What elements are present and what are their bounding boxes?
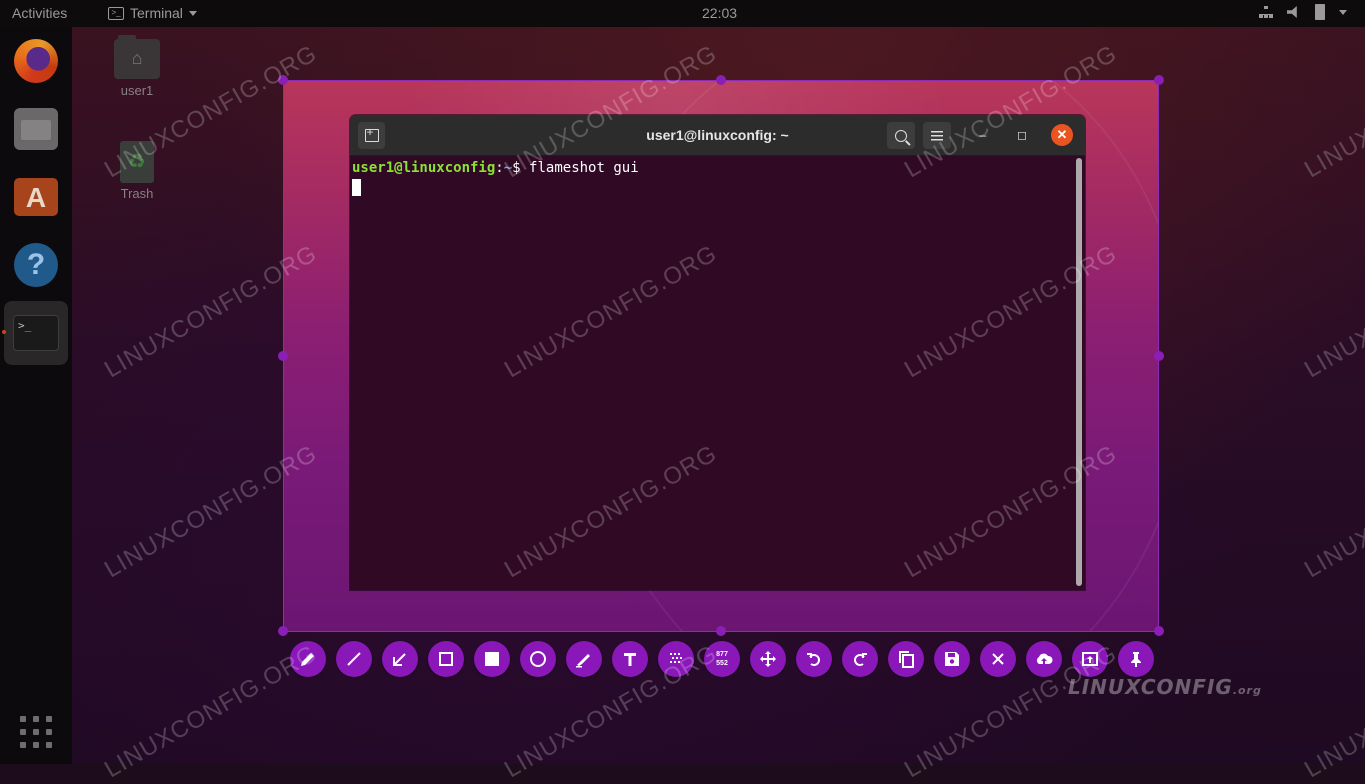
terminal-header-bar[interactable]: user1@linuxconfig: ~ – ◻ ✕	[350, 115, 1085, 156]
terminal-output[interactable]: user1@linuxconfig:~$ flameshot gui	[350, 156, 1085, 199]
prompt-path: ~	[503, 160, 513, 176]
close-button[interactable]: ✕	[1051, 124, 1073, 146]
text-tool-button[interactable]	[612, 641, 648, 677]
move-selection-button[interactable]	[750, 641, 786, 677]
filled-rectangle-icon	[485, 652, 499, 666]
firefox-icon	[14, 39, 58, 83]
pixelate-icon	[670, 653, 682, 663]
arrow-tool-button[interactable]	[382, 641, 418, 677]
line-tool-button[interactable]	[336, 641, 372, 677]
prompt-user: user1@linuxconfig	[352, 160, 496, 176]
pixelate-tool-button[interactable]	[658, 641, 694, 677]
save-button[interactable]	[934, 641, 970, 677]
activities-button[interactable]: Activities	[12, 5, 67, 21]
chevron-down-icon	[1339, 9, 1347, 15]
command-line: user1@linuxconfig:~$ flameshot gui	[352, 159, 1083, 177]
exit-icon	[992, 653, 1004, 665]
clock-label: 22:03	[702, 5, 738, 21]
prompt-symbol: $	[512, 160, 521, 176]
selection-width: 877	[716, 651, 728, 658]
open-app-icon	[1082, 652, 1098, 666]
resize-handle-bottom-right[interactable]	[1154, 626, 1164, 636]
marker-icon	[576, 654, 590, 668]
dock-item-help[interactable]: ?	[9, 238, 63, 292]
prompt-separator: :	[495, 160, 504, 176]
filled-rectangle-tool-button[interactable]	[474, 641, 510, 677]
trash-icon: ♻	[120, 141, 154, 183]
redo-button[interactable]	[842, 641, 878, 677]
resize-handle-bottom-left[interactable]	[278, 626, 288, 636]
maximize-button[interactable]: ◻	[1011, 124, 1033, 146]
logo-main-text: LINUXCONFIG	[1068, 675, 1233, 699]
dock-item-files[interactable]	[9, 102, 63, 156]
terminal-icon: >_	[108, 6, 124, 20]
text-icon	[624, 653, 636, 666]
scrollbar[interactable]	[1076, 158, 1082, 586]
network-icon	[1259, 6, 1273, 18]
redo-icon	[854, 653, 867, 666]
system-menu[interactable]	[1259, 4, 1347, 20]
upload-button[interactable]	[1026, 641, 1062, 677]
dock-item-firefox[interactable]	[9, 34, 63, 88]
line-icon	[347, 652, 361, 666]
pin-icon	[1131, 652, 1141, 667]
arrow-icon	[393, 653, 406, 666]
app-menu-label: Terminal	[130, 5, 183, 21]
terminal-window[interactable]: user1@linuxconfig: ~ – ◻ ✕ user1@linuxco…	[350, 115, 1085, 590]
upload-icon	[1036, 653, 1053, 664]
battery-icon	[1315, 4, 1325, 20]
move-icon	[760, 651, 776, 667]
terminal-icon: >_	[13, 315, 59, 351]
exit-button[interactable]	[980, 641, 1016, 677]
show-applications-button[interactable]	[20, 716, 52, 748]
resize-handle-bottom[interactable]	[716, 626, 726, 636]
copy-button[interactable]	[888, 641, 924, 677]
minimize-button[interactable]: –	[972, 124, 994, 146]
rectangle-tool-button[interactable]	[428, 641, 464, 677]
app-menu[interactable]: >_ Terminal	[108, 5, 197, 21]
resize-handle-left[interactable]	[278, 351, 288, 361]
dock-item-terminal[interactable]: >_	[4, 301, 68, 365]
copy-icon	[899, 651, 914, 668]
resize-handle-right[interactable]	[1154, 351, 1164, 361]
open-with-app-button[interactable]	[1072, 641, 1108, 677]
volume-icon	[1287, 6, 1297, 18]
rectangle-icon	[439, 652, 453, 666]
menu-button[interactable]	[923, 122, 951, 149]
undo-button[interactable]	[796, 641, 832, 677]
dock: A ? >_	[0, 27, 72, 764]
chevron-down-icon	[188, 10, 197, 16]
desktop-icon-trash[interactable]: ♻ Trash	[102, 141, 172, 201]
running-indicator	[2, 330, 6, 334]
software-store-icon: A	[14, 178, 58, 216]
resize-handle-top[interactable]	[716, 75, 726, 85]
top-bar: Activities >_ Terminal 22:03	[0, 0, 1365, 27]
hamburger-menu-icon	[931, 130, 943, 141]
home-folder-icon	[114, 35, 160, 79]
desktop-icon-home[interactable]: user1	[102, 35, 172, 98]
search-icon	[895, 129, 907, 142]
resize-handle-top-right[interactable]	[1154, 75, 1164, 85]
circle-icon	[530, 651, 546, 667]
command-text: flameshot gui	[529, 160, 639, 176]
desktop-icon-label: user1	[120, 83, 154, 98]
save-icon	[945, 652, 959, 666]
files-icon	[14, 108, 58, 150]
dock-item-software[interactable]: A	[9, 170, 63, 224]
search-button[interactable]	[887, 122, 915, 149]
pin-button[interactable]	[1118, 641, 1154, 677]
resize-handle-top-left[interactable]	[278, 75, 288, 85]
undo-icon	[807, 653, 820, 666]
help-icon: ?	[14, 243, 58, 287]
circle-tool-button[interactable]	[520, 641, 556, 677]
linuxconfig-logo: LINUXCONFIG.org	[1068, 675, 1262, 699]
text-cursor	[352, 179, 361, 196]
marker-tool-button[interactable]	[566, 641, 602, 677]
logo-suffix-text: .org	[1232, 684, 1262, 697]
pencil-tool-button[interactable]	[290, 641, 326, 677]
pencil-icon	[301, 653, 314, 666]
desktop-icon-label: Trash	[120, 186, 154, 201]
selection-height: 552	[716, 660, 728, 667]
selection-size-indicator: 877 552	[704, 641, 740, 677]
